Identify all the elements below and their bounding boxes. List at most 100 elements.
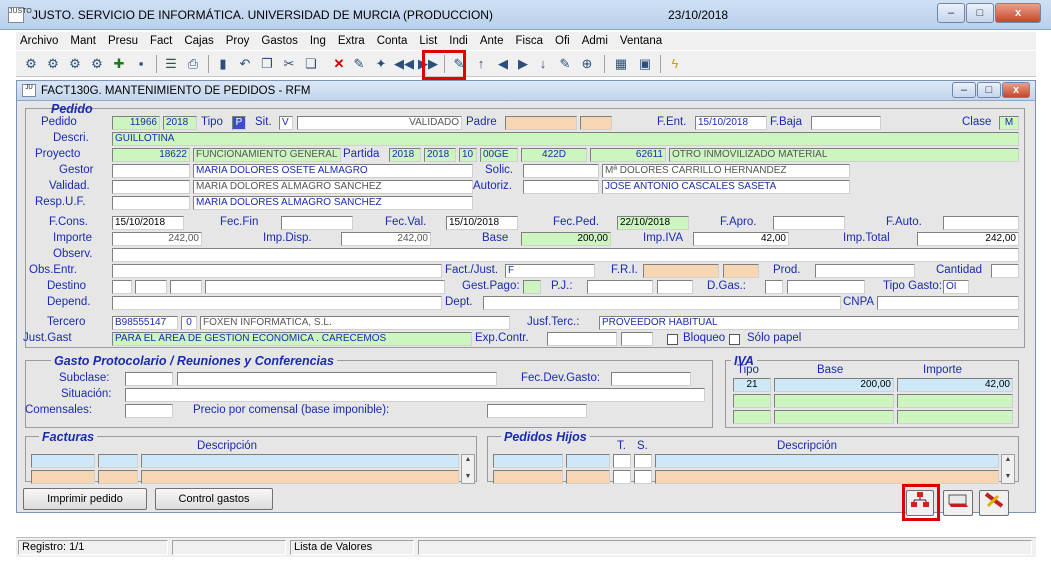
iva-importe-field-2[interactable] [897, 394, 1013, 408]
hijos-scrollbar[interactable]: ▲ ▼ [1001, 454, 1015, 484]
scroll-down-icon[interactable]: ▼ [1004, 473, 1012, 480]
partida-org-field[interactable]: 10 [459, 148, 477, 162]
hijo-year-field-1[interactable] [566, 454, 610, 468]
menu-mant[interactable]: Mant [70, 35, 96, 47]
dgas-field[interactable] [765, 280, 783, 294]
fapro-field[interactable] [773, 216, 845, 230]
print-icon[interactable]: ⎙ [184, 55, 202, 73]
menu-cajas[interactable]: Cajas [184, 35, 213, 47]
cantidad-field[interactable] [991, 264, 1019, 278]
insert-record-icon[interactable]: ✚ [110, 55, 128, 73]
prod-field[interactable] [815, 264, 915, 278]
menu-fact[interactable]: Fact [150, 35, 172, 47]
exit-icon[interactable]: ▮ [214, 55, 232, 73]
justgast-field[interactable]: PARA EL ÁREA DE GESTIÓN ECONÓMICA . CARE… [112, 332, 472, 346]
pj-field[interactable] [587, 280, 653, 294]
prev-block-icon[interactable]: ↑ [472, 55, 490, 73]
gestor-code-field[interactable] [112, 164, 190, 178]
hijo-s-field-1[interactable] [634, 454, 652, 468]
comensales-field[interactable] [125, 404, 173, 418]
eraser-button[interactable] [979, 490, 1009, 516]
partida-unit-field[interactable]: 00GE [480, 148, 518, 162]
hijo-num-field-2[interactable] [493, 470, 563, 484]
fecfin-field[interactable] [281, 216, 353, 230]
menu-archivo[interactable]: Archivo [20, 35, 58, 47]
destino-field-1[interactable] [112, 280, 132, 294]
menu-extra[interactable]: Extra [338, 35, 365, 47]
solic-code-field[interactable] [523, 164, 599, 178]
hijo-num-field-1[interactable] [493, 454, 563, 468]
first-record-icon[interactable]: ◀◀ [394, 55, 414, 73]
query-icon[interactable]: ⚙ [22, 55, 40, 73]
menu-presu[interactable]: Presu [108, 35, 138, 47]
form-titlebar[interactable]: JU FACT130G. MANTENIMIENTO DE PEDIDOS - … [17, 81, 1035, 101]
iva-base-field[interactable]: 200,00 [774, 378, 894, 392]
partida-economic-field[interactable]: 62611 [590, 148, 666, 162]
menu-fisca[interactable]: Fisca [516, 35, 543, 47]
descri-field[interactable]: GUILLOTINA [112, 132, 1019, 146]
menu-conta[interactable]: Conta [377, 35, 408, 47]
iva-tipo-field-3[interactable] [733, 410, 771, 424]
query-count-icon[interactable]: ⚙ [88, 55, 106, 73]
fbaja-field[interactable] [811, 116, 881, 130]
partida-year2-field[interactable]: 2018 [424, 148, 456, 162]
hijo-s-field-2[interactable] [634, 470, 652, 484]
partida-year-field[interactable]: 2018 [389, 148, 421, 162]
bloqueo-checkbox[interactable] [667, 334, 678, 345]
pedido-number-field[interactable]: 11966 [112, 116, 160, 130]
clear-icon[interactable]: ✎ [350, 55, 368, 73]
padre-field[interactable] [505, 116, 577, 130]
tipogasto-field[interactable]: OI [943, 280, 969, 294]
menu-ing[interactable]: Ing [310, 35, 326, 47]
factura-year-field-1[interactable] [98, 454, 138, 468]
query-cancel-icon[interactable]: ⚙ [66, 55, 84, 73]
cut-icon[interactable]: ✂ [280, 55, 298, 73]
tercero-num-field[interactable]: 0 [181, 316, 197, 330]
maximize-button[interactable]: □ [966, 3, 994, 23]
gestpago-field[interactable] [523, 280, 541, 294]
scroll-up-icon[interactable]: ▲ [464, 456, 472, 463]
save-icon[interactable]: ▪ [132, 55, 150, 73]
subclase-field[interactable] [125, 372, 173, 386]
menu-admi[interactable]: Admi [582, 35, 608, 47]
menu-ofi[interactable]: Ofi [555, 35, 570, 47]
iva-tipo-field-2[interactable] [733, 394, 771, 408]
calculator-icon[interactable]: ▦ [612, 55, 630, 73]
expense-control-button[interactable]: Control gastos [155, 488, 273, 510]
hijo-year-field-2[interactable] [566, 470, 610, 484]
partida-program-field[interactable]: 422D [521, 148, 587, 162]
scroll-down-icon[interactable]: ▼ [464, 473, 472, 480]
next-record-icon[interactable]: ▶ [514, 55, 532, 73]
base-field[interactable]: 200,00 [521, 232, 611, 246]
menu-ventana[interactable]: Ventana [620, 35, 662, 47]
iva-importe-field-3[interactable] [897, 410, 1013, 424]
fecval-field[interactable]: 15/10/2018 [446, 216, 518, 230]
form-maximize-button[interactable]: □ [977, 82, 1001, 98]
menu-indi[interactable]: Indi [449, 35, 468, 47]
menu-ante[interactable]: Ante [480, 35, 504, 47]
fecdev-field[interactable] [611, 372, 691, 386]
list-values-icon[interactable]: ☰ [162, 55, 180, 73]
expcontr-year-field[interactable] [621, 332, 653, 346]
fri-field[interactable] [643, 264, 719, 278]
factura-num-field-2[interactable] [31, 470, 95, 484]
respuf-code-field[interactable] [112, 196, 190, 210]
fauto-field[interactable] [943, 216, 1019, 230]
prev-record-icon[interactable]: ◀ [494, 55, 512, 73]
scroll-up-icon[interactable]: ▲ [1004, 456, 1012, 463]
solo-papel-checkbox[interactable] [729, 334, 740, 345]
facturas-scrollbar[interactable]: ▲ ▼ [461, 454, 475, 484]
print-order-button[interactable]: Imprimir pedido [23, 488, 147, 510]
factura-num-field-1[interactable] [31, 454, 95, 468]
impiva-field[interactable]: 42,00 [693, 232, 789, 246]
fent-field[interactable]: 15/10/2018 [695, 116, 767, 130]
minimize-button[interactable]: – [937, 3, 965, 23]
copy-icon[interactable]: ❐ [258, 55, 276, 73]
iva-tipo-field[interactable]: 21 [733, 378, 771, 392]
paste-icon[interactable]: ❏ [302, 55, 320, 73]
hijo-t-field-1[interactable] [613, 454, 631, 468]
cnpa-field[interactable] [877, 296, 1019, 310]
importe-field[interactable]: 242,00 [112, 232, 202, 246]
pj-year-field[interactable] [657, 280, 693, 294]
proyecto-field[interactable]: 18622 [112, 148, 190, 162]
